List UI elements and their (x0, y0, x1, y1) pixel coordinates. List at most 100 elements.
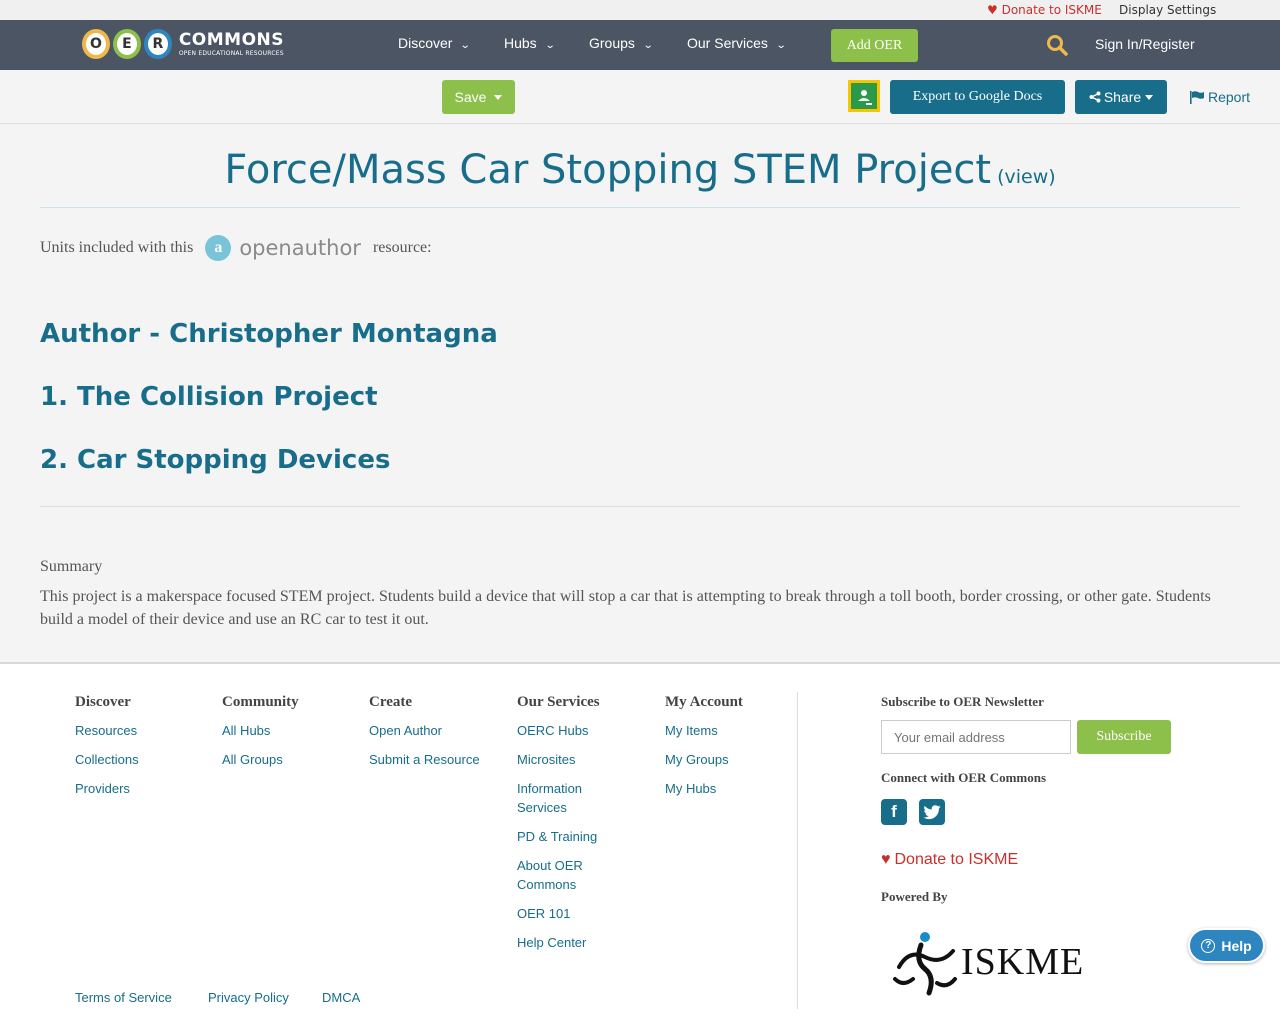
search-icon[interactable] (1046, 34, 1068, 56)
footer-donate-link[interactable]: ♥ Donate to ISKME (881, 851, 1018, 869)
title-divider (40, 207, 1240, 208)
resource-toolbar: Save Export to Google Docs Share Report (0, 70, 1280, 124)
save-button[interactable]: Save (442, 80, 515, 114)
footer-col-my-account: My Account My Items My Groups My Hubs (665, 694, 743, 808)
footer-link-all-hubs[interactable]: All Hubs (222, 721, 299, 740)
add-oer-button[interactable]: Add OER (831, 29, 918, 62)
iskme-swirl-icon (893, 932, 957, 996)
logo-letter-e: E (112, 29, 141, 59)
footer-heading-our-services: Our Services (517, 694, 600, 710)
share-button[interactable]: Share (1075, 80, 1167, 114)
summary-text: This project is a makerspace focused STE… (40, 588, 1211, 628)
classroom-person-icon (858, 90, 872, 105)
footer-link-microsites[interactable]: Microsites (517, 750, 617, 769)
footer-link-oerc-hubs[interactable]: OERC Hubs (517, 721, 617, 740)
report-link[interactable]: Report (1190, 89, 1250, 105)
twitter-icon[interactable] (919, 799, 945, 825)
footer-col-discover: Discover Resources Collections Providers (75, 694, 139, 808)
share-icon (1089, 91, 1101, 103)
footer-link-resources[interactable]: Resources (75, 721, 139, 740)
utility-donate-link[interactable]: ♥ Donate to ISKME (987, 3, 1102, 17)
facebook-icon[interactable]: f (881, 799, 907, 825)
page-title: Force/Mass Car Stopping STEM Project (224, 147, 992, 193)
footer-heading-community: Community (222, 694, 299, 710)
footer-link-my-groups[interactable]: My Groups (665, 750, 743, 769)
footer-link-submit-resource[interactable]: Submit a Resource (369, 750, 480, 769)
utility-donate-label: Donate to ISKME (1001, 3, 1102, 17)
nav-hubs-label: Hubs (504, 35, 537, 51)
nav-groups[interactable]: Groups ⌄ (589, 35, 654, 51)
footer-link-my-hubs[interactable]: My Hubs (665, 779, 743, 798)
footer-col-create: Create Open Author Submit a Resource (369, 694, 480, 779)
oer-commons-logo[interactable]: O E R COMMONS OPEN EDUCATIONAL RESOURCES (82, 26, 284, 62)
google-classroom-icon[interactable] (848, 80, 880, 112)
caret-down-icon (1145, 94, 1154, 100)
unit-link-car-stopping-devices[interactable]: 2. Car Stopping Devices (40, 445, 390, 475)
footer-link-pd-training[interactable]: PD & Training (517, 827, 617, 846)
nav-our-services-label: Our Services (687, 35, 768, 51)
footer-link-my-items[interactable]: My Items (665, 721, 743, 740)
export-to-google-docs-button[interactable]: Export to Google Docs (890, 80, 1065, 114)
privacy-policy-link[interactable]: Privacy Policy (208, 990, 289, 1005)
openauthor-logo-text: openauthor (239, 236, 361, 260)
footer-link-oer-101[interactable]: OER 101 (517, 904, 617, 923)
logo-wordmark: COMMONS OPEN EDUCATIONAL RESOURCES (178, 29, 284, 57)
footer-donate-label: Donate to ISKME (894, 851, 1019, 868)
nav-discover[interactable]: Discover ⌄ (398, 35, 472, 51)
summary-heading: Summary (40, 558, 103, 575)
nav-our-services[interactable]: Our Services ⌄ (687, 35, 787, 51)
main-nav: O E R COMMONS OPEN EDUCATIONAL RESOURCES… (0, 20, 1280, 70)
newsletter-email-input[interactable] (881, 720, 1071, 754)
iskme-logo[interactable]: ISKME (891, 927, 1084, 997)
unit-link-author[interactable]: Author - Christopher Montagna (40, 319, 498, 349)
help-button-label: Help (1221, 937, 1252, 954)
report-label: Report (1208, 89, 1251, 105)
save-button-label: Save (454, 89, 487, 105)
nav-groups-label: Groups (589, 35, 635, 51)
footer-link-open-author[interactable]: Open Author (369, 721, 480, 740)
nav-hubs[interactable]: Hubs ⌄ (504, 35, 555, 51)
footer-heading-discover: Discover (75, 694, 131, 710)
logo-letter-o: O (82, 29, 110, 59)
resource-content: Force/Mass Car Stopping STEM Project (vie… (20, 125, 1260, 660)
resource-title-row: Force/Mass Car Stopping STEM Project (vie… (40, 147, 1240, 193)
newsletter-heading: Subscribe to OER Newsletter (881, 694, 1044, 709)
nav-discover-label: Discover (398, 35, 453, 51)
help-button[interactable]: ? Help (1188, 928, 1265, 963)
flag-icon (1190, 90, 1204, 104)
terms-of-service-link[interactable]: Terms of Service (75, 990, 172, 1005)
openauthor-a-icon: a (205, 235, 232, 261)
subscribe-button[interactable]: Subscribe (1077, 720, 1171, 754)
social-links: f (881, 799, 945, 825)
chevron-down-icon: ⌄ (642, 40, 654, 51)
iskme-wordmark: ISKME (961, 941, 1085, 983)
sign-in-register-link[interactable]: Sign In/Register (1095, 36, 1195, 52)
footer-heading-my-account: My Account (665, 694, 743, 710)
footer-link-help-center[interactable]: Help Center (517, 933, 617, 952)
footer-link-all-groups[interactable]: All Groups (222, 750, 299, 769)
footer-link-collections[interactable]: Collections (75, 750, 139, 769)
footer-link-information-services[interactable]: Information Services (517, 779, 617, 817)
view-link[interactable]: (view) (997, 166, 1056, 188)
footer-heading-create: Create (369, 694, 413, 710)
site-footer: Discover Resources Collections Providers… (0, 662, 1280, 1024)
footer-col-community: Community All Hubs All Groups (222, 694, 299, 779)
logo-letter-r: R (143, 29, 172, 59)
logo-wordmark-text: COMMONS (178, 29, 284, 50)
unit-link-collision-project[interactable]: 1. The Collision Project (40, 382, 378, 412)
units-intro: Units included with this a openauthor re… (40, 235, 432, 261)
chevron-down-icon: ⌄ (775, 40, 787, 51)
footer-link-providers[interactable]: Providers (75, 779, 139, 798)
logo-tagline: OPEN EDUCATIONAL RESOURCES (178, 49, 284, 57)
connect-heading: Connect with OER Commons (881, 770, 1047, 785)
footer-divider (797, 692, 798, 1009)
chevron-down-icon: ⌄ (460, 40, 472, 51)
heart-icon: ♥ (881, 851, 891, 868)
display-settings-link[interactable]: Display Settings (1119, 3, 1216, 17)
powered-by-heading: Powered By (881, 889, 948, 904)
units-divider (40, 506, 1240, 507)
footer-col-our-services: Our Services OERC Hubs Microsites Inform… (517, 694, 617, 962)
footer-link-about-oer-commons[interactable]: About OER Commons (517, 856, 617, 894)
twitter-bird-icon (923, 804, 941, 819)
dmca-link[interactable]: DMCA (322, 990, 360, 1005)
